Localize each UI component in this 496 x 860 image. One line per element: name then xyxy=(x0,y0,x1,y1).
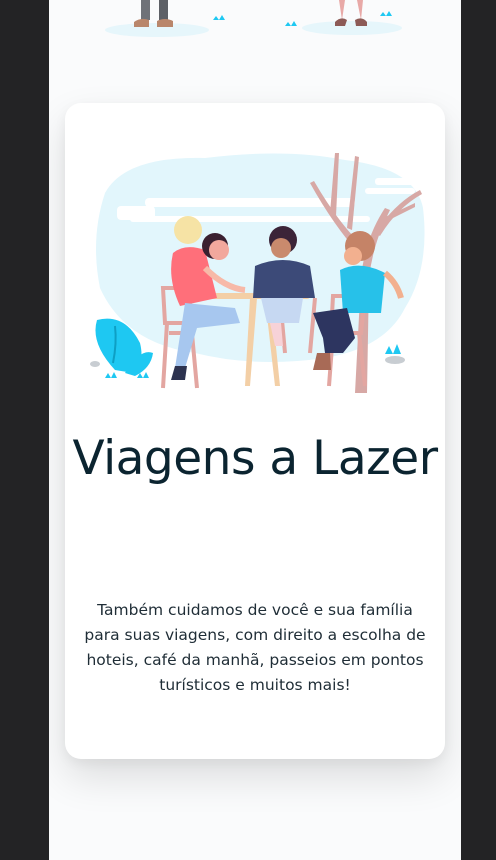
card-title: Viagens a Lazer xyxy=(72,431,438,486)
page-content: Viagens a Lazer Também cuidamos de você … xyxy=(49,0,461,860)
service-card: Viagens a Lazer Também cuidamos de você … xyxy=(65,103,445,759)
card-description: Também cuidamos de você e sua família pa… xyxy=(84,601,426,694)
people-standing-illustration xyxy=(105,0,402,37)
friends-at-cafe-table-illustration xyxy=(90,153,425,393)
